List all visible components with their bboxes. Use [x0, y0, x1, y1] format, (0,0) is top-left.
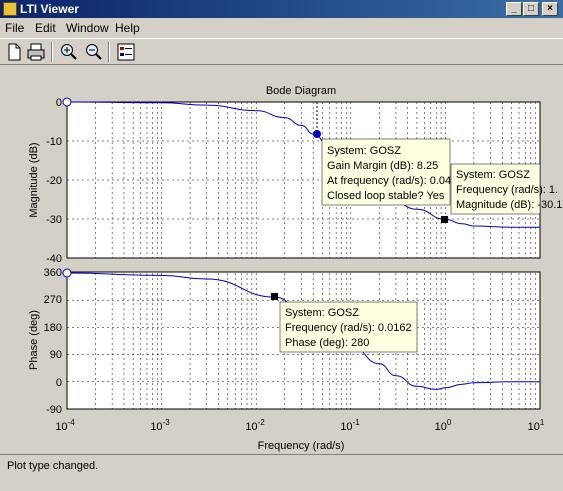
x-tick-label: 10-2: [245, 418, 265, 433]
phase-axis-label: Phase (deg): [28, 310, 40, 370]
toolbar-separator: [51, 42, 53, 62]
mag-tick-label: -40: [46, 253, 62, 265]
minimize-button[interactable]: _: [506, 2, 522, 16]
datatip-text: Frequency (rad/s): 0.0162: [285, 322, 412, 334]
status-bar: Plot type changed.: [0, 454, 563, 481]
gain-margin-datatip[interactable]: System: GOSZ Gain Margin (dB): 8.25 At f…: [321, 138, 451, 206]
datatip-text: Phase (deg): 280: [285, 337, 369, 349]
print-icon[interactable]: [25, 41, 47, 63]
phase-datatip-marker[interactable]: [271, 293, 278, 300]
x-tick-label: 101: [528, 418, 545, 433]
x-tick-label: 10-1: [340, 418, 360, 433]
bode-diagram[interactable]: Bode Diagram 0 -10 -20 -30 -40 360 270 1…: [0, 66, 563, 453]
datatip-text: System: GOSZ: [327, 145, 401, 157]
phase-tick-label: 90: [50, 349, 62, 361]
phase-datatip[interactable]: System: GOSZ Frequency (rad/s): 0.0162 P…: [279, 301, 418, 353]
zoom-in-icon[interactable]: [57, 41, 79, 63]
toolbar: [0, 38, 563, 65]
status-text: Plot type changed.: [7, 460, 99, 472]
new-icon[interactable]: [3, 41, 25, 63]
x-tick-label: 100: [435, 418, 452, 433]
mag-tick-label: -20: [46, 175, 62, 187]
datatip-text: Gain Margin (dB): 8.25: [327, 160, 438, 172]
menu-bar: File Edit Window Help: [0, 18, 563, 37]
toolbar-separator: [108, 42, 110, 62]
title-bar: LTI Viewer _ □ ×: [0, 0, 563, 18]
datatip-text: Closed loop stable? Yes: [327, 190, 445, 202]
mag-tick-label: -30: [46, 214, 62, 226]
x-axis-label: Frequency (rad/s): [258, 440, 345, 452]
datatip-text: Frequency (rad/s): 1.: [456, 184, 558, 196]
phase-tick-label: 360: [44, 267, 62, 279]
phase-start-marker: [62, 268, 72, 278]
magnitude-datatip[interactable]: System: GOSZ Frequency (rad/s): 1. Magni…: [450, 163, 562, 215]
mag-start-marker: [62, 97, 72, 107]
grid-icon[interactable]: [115, 41, 137, 63]
maximize-button[interactable]: □: [523, 2, 539, 16]
datatip-text: Magnitude (dB): -30.1: [456, 199, 562, 211]
datatip-text: System: GOSZ: [456, 169, 530, 181]
gain-margin-marker[interactable]: [313, 130, 321, 138]
mag-tick-label: 0: [56, 97, 62, 109]
x-tick-label: 10-4: [55, 418, 75, 433]
phase-tick-label: 0: [56, 377, 62, 389]
menu-file[interactable]: File: [5, 21, 24, 35]
plot-title: Bode Diagram: [266, 85, 336, 97]
x-tick-label: 10-3: [150, 418, 170, 433]
menu-window[interactable]: Window: [66, 21, 109, 35]
datatip-text: System: GOSZ: [285, 307, 359, 319]
mag-tick-label: -10: [46, 136, 62, 148]
phase-tick-label: -90: [46, 404, 62, 416]
datatip-text: At frequency (rad/s): 0.04: [327, 175, 451, 187]
matlab-app-icon: [3, 2, 17, 16]
phase-tick-label: 180: [44, 322, 62, 334]
window-title: LTI Viewer: [20, 2, 79, 16]
menu-edit[interactable]: Edit: [35, 21, 56, 35]
close-button[interactable]: ×: [542, 2, 558, 16]
phase-tick-label: 270: [44, 294, 62, 306]
magnitude-axis-label: Magnitude (dB): [28, 142, 40, 217]
plot-area: Bode Diagram 0 -10 -20 -30 -40 360 270 1…: [0, 66, 563, 453]
zoom-out-icon[interactable]: [82, 41, 104, 63]
menu-help[interactable]: Help: [115, 21, 140, 35]
mag-datatip-marker[interactable]: [441, 216, 448, 223]
